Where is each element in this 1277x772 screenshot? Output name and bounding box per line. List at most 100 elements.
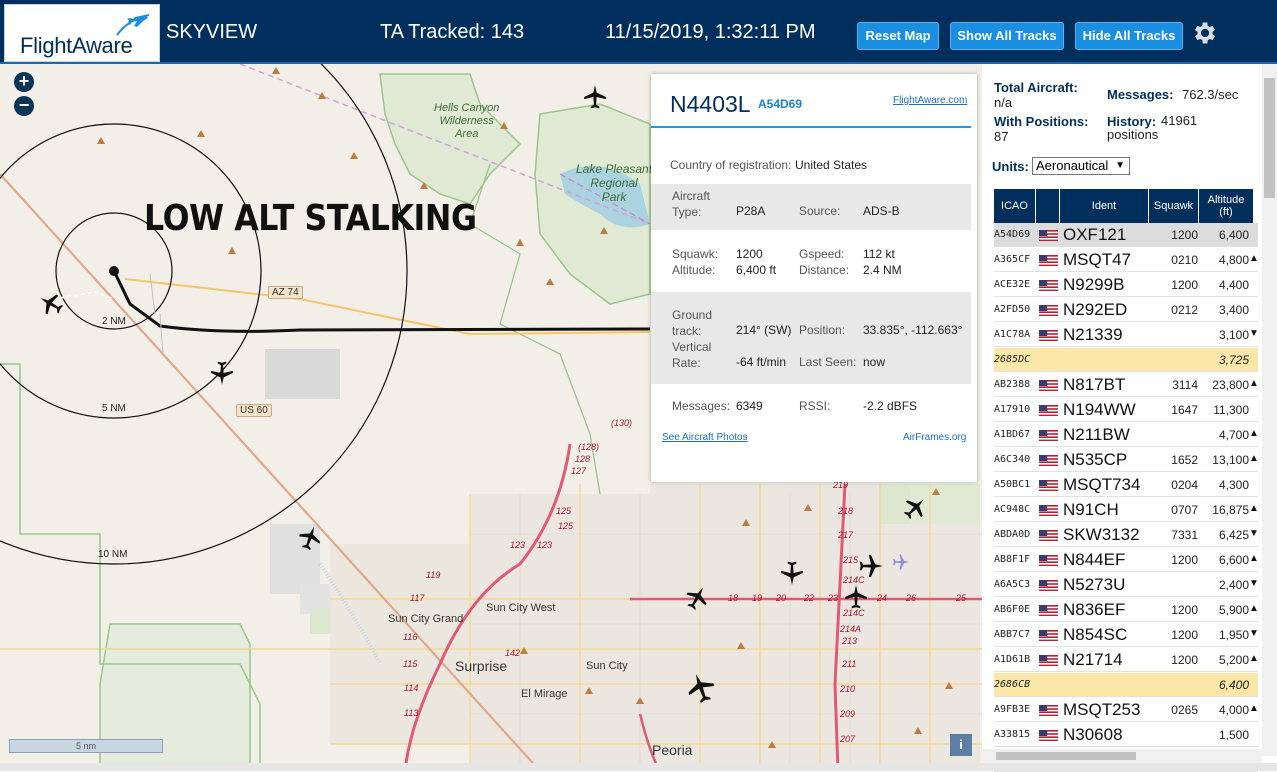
squawk-label: Squawk: [672, 247, 719, 261]
aircraft-icon[interactable] [892, 553, 910, 571]
app-header: FlightAware SKYVIEW TA Tracked: 143 11/1… [0, 0, 1277, 64]
us-flag-icon [1039, 330, 1058, 341]
table-row[interactable]: 2686CB 6,400 [994, 673, 1258, 697]
th-squawk[interactable]: Squawk [1149, 189, 1199, 223]
country-label: Country of registration: [670, 158, 792, 172]
place-el-mirage: El Mirage [521, 688, 568, 700]
th-flag[interactable] [1036, 189, 1060, 223]
zoom-in-button[interactable]: + [14, 72, 34, 92]
cell-icao: ACE32E [994, 279, 1031, 290]
table-row[interactable]: A2FD50 N292ED 0212 3,400 [994, 298, 1258, 322]
hwy-number: 142 [505, 648, 521, 658]
table-row[interactable]: 2685DC 3,725 [994, 348, 1258, 372]
table-row[interactable]: ACE32E N9299B 1200 4,400 [994, 273, 1258, 297]
table-row[interactable]: AB2388 N817BT 3114 23,800 ▲ [994, 373, 1259, 397]
scroll-thumb[interactable] [1264, 78, 1275, 198]
place-sun-city-west: Sun City West [486, 602, 556, 614]
hwy-number: 213 [842, 636, 858, 646]
messages-value: 6349 [736, 399, 763, 413]
table-row[interactable]: A6C340 N535CP 1652 13,100 ▲ [994, 448, 1259, 472]
aircraft-icon[interactable] [209, 360, 235, 386]
table-row[interactable]: A365CF MSQT47 0210 4,800 ▲ [994, 248, 1259, 272]
table-row[interactable]: AB6F0E N836EF 1200 5,900 ▲ [994, 598, 1259, 622]
route-az74: AZ 74 [268, 286, 303, 299]
table-row[interactable]: A54D69 OXF121 1200 6,400 [994, 223, 1258, 247]
vertical-scrollbar[interactable] [1262, 64, 1277, 756]
table-row[interactable]: A50BC1 MSQT734 0204 4,300 [994, 473, 1258, 497]
hwy-number: 119 [426, 570, 441, 580]
us-flag-icon [1039, 480, 1058, 491]
vertical-rate-label: Vertical Rate: [672, 340, 712, 370]
cell-squawk: 1200 [1171, 653, 1198, 667]
table-row[interactable]: A1C78A N21339 3,100 ▼ [994, 323, 1259, 347]
units-select[interactable]: Aeronautical ▼ [1032, 157, 1130, 175]
cell-ident: N194WW [1063, 400, 1136, 419]
cell-altitude: 3,100 [1218, 328, 1249, 342]
ground-track-label: Ground track: [672, 308, 713, 338]
aircraft-info-popup: N4403L A54D69 FlightAware.com Country of… [651, 74, 977, 482]
messages-label: Messages: [672, 399, 731, 413]
airframes-link[interactable]: AirFrames.org [903, 432, 966, 443]
route-us60: US 60 [236, 404, 272, 417]
altitude-trend-icon: ▲ [1249, 653, 1259, 664]
cell-icao: A2FD50 [994, 304, 1031, 315]
hwy-number: 20 [776, 593, 787, 603]
cell-altitude: 5,200 [1218, 653, 1249, 667]
cell-icao: A365CF [994, 254, 1031, 265]
table-row[interactable]: A33815 N30608 1,500 [994, 723, 1258, 747]
cell-icao: A17910 [994, 404, 1031, 415]
table-row[interactable]: A9FB3E MSQT253 0265 4,000 ▲ [994, 698, 1259, 722]
place-sun-city-grand: Sun City Grand [388, 613, 464, 625]
th-altitude[interactable]: Altitude (ft) [1199, 189, 1254, 223]
altitude-trend-icon: ▼ [1249, 578, 1259, 589]
altitude-trend-icon: ▼ [1249, 328, 1259, 339]
table-row[interactable]: ABB7C7 N854SC 1200 1,950 ▼ [994, 623, 1259, 647]
hide-all-tracks-button[interactable]: Hide All Tracks [1075, 22, 1183, 50]
hwy-number: 26 [906, 593, 917, 603]
cell-icao: ABB7C7 [994, 629, 1031, 640]
place-surprise: Surprise [455, 658, 508, 674]
us-flag-icon [1039, 730, 1058, 741]
map-info-button[interactable]: i [950, 734, 972, 756]
table-row[interactable]: A1D61B N21714 1200 5,200 ▲ [994, 648, 1259, 672]
zoom-out-button[interactable]: − [14, 96, 34, 116]
flightaware-logo[interactable]: FlightAware [4, 4, 160, 62]
table-row[interactable]: A1BD67 N211BW 4,700 ▲ [994, 423, 1259, 447]
place-sun-city: Sun City [586, 660, 628, 672]
cell-ident: N836EF [1063, 600, 1126, 619]
scroll-thumb[interactable] [996, 752, 1136, 760]
cell-icao: AB6F0E [994, 604, 1031, 615]
table-row[interactable]: AB8F1F N844EF 1200 6,600 ▲ [994, 548, 1259, 572]
total-aircraft-label: Total Aircraft: [994, 80, 1078, 95]
cell-icao: A1D61B [994, 654, 1031, 665]
chevron-down-icon: ▼ [1115, 160, 1125, 171]
aircraft-icon[interactable] [779, 560, 805, 586]
table-row[interactable]: A17910 N194WW 1647 11,300 [994, 398, 1258, 422]
place-lake-pleasant: Lake Pleasant Regional Park [576, 162, 653, 204]
us-flag-icon [1039, 405, 1058, 416]
aircraft-icon[interactable] [843, 584, 869, 610]
aircraft-photos-link[interactable]: See Aircraft Photos [662, 432, 748, 443]
gear-icon[interactable] [1191, 19, 1219, 47]
cell-altitude: 2,400 [1218, 578, 1249, 592]
hwy-number: 25 [956, 593, 967, 603]
cell-ident: N5273U [1063, 575, 1126, 594]
th-ident[interactable]: Ident [1060, 189, 1149, 223]
aircraft-icon[interactable] [858, 553, 884, 579]
cell-icao: A6C340 [994, 454, 1031, 465]
cell-altitude: 6,400 [1218, 228, 1249, 242]
reset-map-button[interactable]: Reset Map [857, 22, 939, 50]
hwy-number: 209 [840, 709, 856, 719]
altitude-trend-icon: ▲ [1249, 428, 1259, 439]
horizontal-scrollbar[interactable] [982, 749, 1262, 763]
show-all-tracks-button[interactable]: Show All Tracks [950, 22, 1064, 50]
table-row[interactable]: AC948C N91CH 0707 16,875 ▲ [994, 498, 1259, 522]
table-row[interactable]: A6A5C3 N5273U 2,400 ▼ [994, 573, 1259, 597]
cell-altitude: 1,950 [1218, 628, 1249, 642]
table-row[interactable]: ABDA0D SKW3132 7331 6,425 ▼ [994, 523, 1259, 547]
th-icao[interactable]: ICAO [994, 189, 1036, 223]
aircraft-icon[interactable] [582, 84, 608, 110]
flightaware-link[interactable]: FlightAware.com [893, 95, 967, 106]
us-flag-icon [1039, 530, 1058, 541]
units-label: Units: [992, 159, 1029, 174]
